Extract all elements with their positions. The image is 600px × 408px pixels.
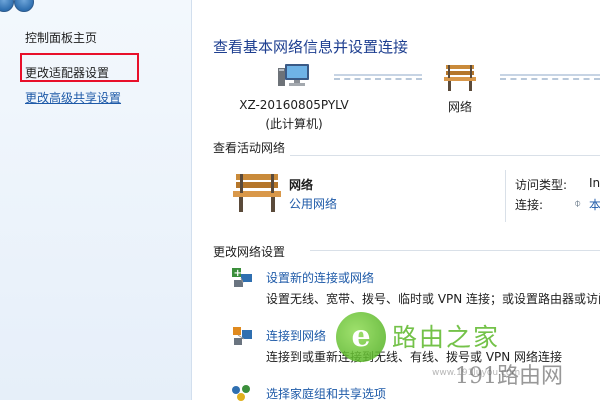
watermark-brand: 路由之家 <box>392 323 501 352</box>
back-button[interactable] <box>0 0 14 12</box>
connect-network-icon <box>230 324 254 348</box>
connection-icon: ⌽ <box>574 196 582 210</box>
connection-link[interactable]: 本 <box>589 196 600 213</box>
network-node-label: 网络 <box>447 100 472 114</box>
forward-button[interactable] <box>14 0 34 12</box>
task-homegroup-link[interactable]: 选择家庭组和共享选项 <box>266 385 386 402</box>
new-connection-icon: + <box>230 266 254 290</box>
section-divider <box>310 250 600 251</box>
active-network-header: 查看活动网络 <box>213 141 286 155</box>
bench-icon <box>232 170 282 214</box>
sidebar-item-advanced-sharing[interactable]: 更改高级共享设置 <box>25 89 121 106</box>
computer-subtitle: (此计算机) <box>265 117 323 131</box>
computer-icon <box>276 56 312 90</box>
connection-label: 连接: <box>515 198 544 212</box>
vertical-divider <box>505 170 506 222</box>
page-title: 查看基本网络信息并设置连接 <box>213 38 409 56</box>
sidebar-item-home[interactable]: 控制面板主页 <box>25 29 97 46</box>
connection-line <box>500 74 600 76</box>
task-new-connection-link[interactable]: 设置新的连接或网络 <box>266 269 374 286</box>
network-type-link[interactable]: 公用网络 <box>289 195 337 212</box>
section-divider <box>290 155 600 156</box>
watermark-logo-letter: e <box>351 319 371 354</box>
connection-line <box>334 78 422 80</box>
watermark-logo: e <box>336 312 386 362</box>
task-new-connection-desc: 设置无线、宽带、拨号、临时或 VPN 连接；或设置路由器或访问 <box>266 292 600 306</box>
bench-icon <box>443 62 477 92</box>
connection-line <box>334 74 422 76</box>
change-settings-header: 更改网络设置 <box>213 245 286 259</box>
active-network-name: 网络 <box>289 178 314 192</box>
task-connect-network-link[interactable]: 连接到网络 <box>266 327 326 344</box>
sidebar: 控制面板主页 更改适配器设置 更改高级共享设置 <box>0 0 192 400</box>
watermark-url: 191路由网 <box>455 364 563 389</box>
access-type-value: In <box>589 176 600 190</box>
connection-line <box>500 78 600 80</box>
sidebar-item-adapter-settings[interactable]: 更改适配器设置 <box>25 64 109 81</box>
homegroup-icon <box>230 381 254 405</box>
computer-name: XZ-20160805PYLV <box>239 98 349 112</box>
svg-text:+: + <box>234 268 242 279</box>
access-type-label: 访问类型: <box>515 178 568 192</box>
